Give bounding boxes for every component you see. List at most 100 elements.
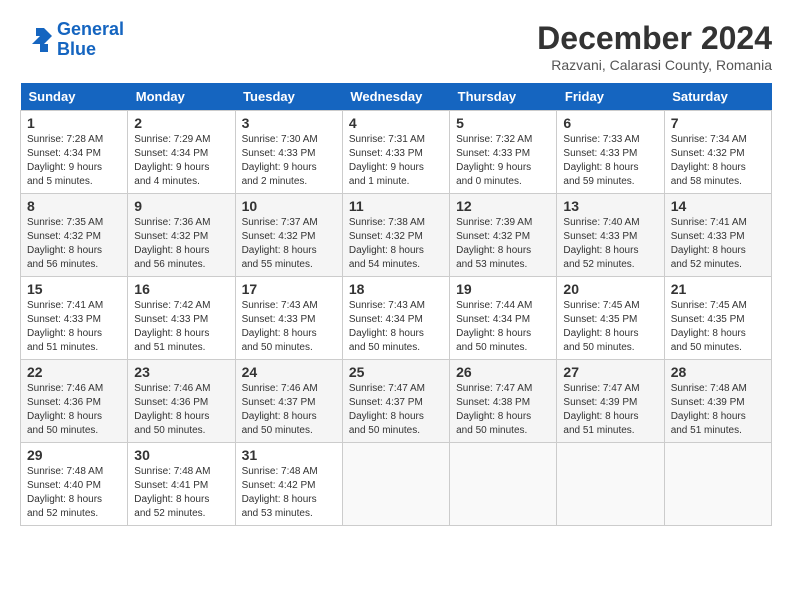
day-number: 22 <box>27 364 121 380</box>
calendar-cell: 16 Sunrise: 7:42 AM Sunset: 4:33 PM Dayli… <box>128 277 235 360</box>
day-number: 23 <box>134 364 228 380</box>
calendar-header-row: SundayMondayTuesdayWednesdayThursdayFrid… <box>21 83 772 111</box>
day-info: Sunrise: 7:31 AM Sunset: 4:33 PM Dayligh… <box>349 133 443 189</box>
day-info: Sunrise: 7:46 AM Sunset: 4:36 PM Dayligh… <box>27 382 121 438</box>
day-info: Sunrise: 7:48 AM Sunset: 4:40 PM Dayligh… <box>27 465 121 521</box>
day-number: 24 <box>242 364 336 380</box>
day-info: Sunrise: 7:43 AM Sunset: 4:33 PM Dayligh… <box>242 299 336 355</box>
day-number: 17 <box>242 281 336 297</box>
day-number: 12 <box>456 198 550 214</box>
calendar-cell <box>450 443 557 526</box>
day-info: Sunrise: 7:47 AM Sunset: 4:38 PM Dayligh… <box>456 382 550 438</box>
weekday-header-saturday: Saturday <box>664 83 771 111</box>
day-number: 3 <box>242 115 336 131</box>
day-info: Sunrise: 7:36 AM Sunset: 4:32 PM Dayligh… <box>134 216 228 272</box>
calendar-cell: 2 Sunrise: 7:29 AM Sunset: 4:34 PM Daylig… <box>128 111 235 194</box>
day-number: 2 <box>134 115 228 131</box>
day-info: Sunrise: 7:46 AM Sunset: 4:37 PM Dayligh… <box>242 382 336 438</box>
calendar-cell: 27 Sunrise: 7:47 AM Sunset: 4:39 PM Dayli… <box>557 360 664 443</box>
day-number: 31 <box>242 447 336 463</box>
calendar-cell: 19 Sunrise: 7:44 AM Sunset: 4:34 PM Dayli… <box>450 277 557 360</box>
calendar-cell: 7 Sunrise: 7:34 AM Sunset: 4:32 PM Daylig… <box>664 111 771 194</box>
calendar-cell: 9 Sunrise: 7:36 AM Sunset: 4:32 PM Daylig… <box>128 194 235 277</box>
day-number: 7 <box>671 115 765 131</box>
week-row-3: 22 Sunrise: 7:46 AM Sunset: 4:36 PM Dayli… <box>21 360 772 443</box>
day-info: Sunrise: 7:34 AM Sunset: 4:32 PM Dayligh… <box>671 133 765 189</box>
day-number: 15 <box>27 281 121 297</box>
day-info: Sunrise: 7:45 AM Sunset: 4:35 PM Dayligh… <box>671 299 765 355</box>
location: Razvani, Calarasi County, Romania <box>537 57 772 73</box>
day-info: Sunrise: 7:29 AM Sunset: 4:34 PM Dayligh… <box>134 133 228 189</box>
day-info: Sunrise: 7:32 AM Sunset: 4:33 PM Dayligh… <box>456 133 550 189</box>
weekday-header-friday: Friday <box>557 83 664 111</box>
calendar-cell: 21 Sunrise: 7:45 AM Sunset: 4:35 PM Dayli… <box>664 277 771 360</box>
calendar-cell: 6 Sunrise: 7:33 AM Sunset: 4:33 PM Daylig… <box>557 111 664 194</box>
calendar-cell: 8 Sunrise: 7:35 AM Sunset: 4:32 PM Daylig… <box>21 194 128 277</box>
calendar-cell <box>342 443 449 526</box>
weekday-header-tuesday: Tuesday <box>235 83 342 111</box>
day-info: Sunrise: 7:43 AM Sunset: 4:34 PM Dayligh… <box>349 299 443 355</box>
day-info: Sunrise: 7:47 AM Sunset: 4:37 PM Dayligh… <box>349 382 443 438</box>
day-number: 30 <box>134 447 228 463</box>
day-number: 6 <box>563 115 657 131</box>
calendar-cell: 11Sunrise: 7:38 AM Sunset: 4:32 PM Dayli… <box>342 194 449 277</box>
calendar-cell: 3 Sunrise: 7:30 AM Sunset: 4:33 PM Daylig… <box>235 111 342 194</box>
day-info: Sunrise: 7:48 AM Sunset: 4:39 PM Dayligh… <box>671 382 765 438</box>
page-header: General Blue December 2024 Razvani, Cala… <box>20 20 772 73</box>
day-number: 8 <box>27 198 121 214</box>
day-number: 25 <box>349 364 443 380</box>
calendar-cell: 12 Sunrise: 7:39 AM Sunset: 4:32 PM Dayli… <box>450 194 557 277</box>
calendar-cell: 28 Sunrise: 7:48 AM Sunset: 4:39 PM Dayli… <box>664 360 771 443</box>
week-row-2: 15Sunrise: 7:41 AM Sunset: 4:33 PM Dayli… <box>21 277 772 360</box>
day-number: 29 <box>27 447 121 463</box>
calendar-cell: 10 Sunrise: 7:37 AM Sunset: 4:32 PM Dayli… <box>235 194 342 277</box>
day-number: 27 <box>563 364 657 380</box>
calendar-cell: 22 Sunrise: 7:46 AM Sunset: 4:36 PM Dayli… <box>21 360 128 443</box>
weekday-header-monday: Monday <box>128 83 235 111</box>
week-row-1: 8 Sunrise: 7:35 AM Sunset: 4:32 PM Daylig… <box>21 194 772 277</box>
day-info: Sunrise: 7:48 AM Sunset: 4:41 PM Dayligh… <box>134 465 228 521</box>
weekday-header-sunday: Sunday <box>21 83 128 111</box>
logo-text: General Blue <box>57 20 124 60</box>
logo-icon <box>20 24 52 56</box>
day-number: 26 <box>456 364 550 380</box>
day-info: Sunrise: 7:38 AM Sunset: 4:32 PM Dayligh… <box>349 216 443 272</box>
day-info: Sunrise: 7:48 AM Sunset: 4:42 PM Dayligh… <box>242 465 336 521</box>
day-number: 10 <box>242 198 336 214</box>
calendar-cell: 26 Sunrise: 7:47 AM Sunset: 4:38 PM Dayli… <box>450 360 557 443</box>
day-number: 14 <box>671 198 765 214</box>
calendar-cell: 23 Sunrise: 7:46 AM Sunset: 4:36 PM Dayli… <box>128 360 235 443</box>
day-info: Sunrise: 7:33 AM Sunset: 4:33 PM Dayligh… <box>563 133 657 189</box>
calendar-cell: 17 Sunrise: 7:43 AM Sunset: 4:33 PM Dayli… <box>235 277 342 360</box>
calendar-cell: 24 Sunrise: 7:46 AM Sunset: 4:37 PM Dayli… <box>235 360 342 443</box>
calendar-table: SundayMondayTuesdayWednesdayThursdayFrid… <box>20 83 772 526</box>
day-info: Sunrise: 7:44 AM Sunset: 4:34 PM Dayligh… <box>456 299 550 355</box>
day-number: 16 <box>134 281 228 297</box>
day-info: Sunrise: 7:46 AM Sunset: 4:36 PM Dayligh… <box>134 382 228 438</box>
day-number: 21 <box>671 281 765 297</box>
day-number: 19 <box>456 281 550 297</box>
day-info: Sunrise: 7:41 AM Sunset: 4:33 PM Dayligh… <box>671 216 765 272</box>
day-number: 9 <box>134 198 228 214</box>
day-info: Sunrise: 7:39 AM Sunset: 4:32 PM Dayligh… <box>456 216 550 272</box>
calendar-cell: 18Sunrise: 7:43 AM Sunset: 4:34 PM Dayli… <box>342 277 449 360</box>
day-info: Sunrise: 7:40 AM Sunset: 4:33 PM Dayligh… <box>563 216 657 272</box>
day-number: 5 <box>456 115 550 131</box>
day-info: Sunrise: 7:47 AM Sunset: 4:39 PM Dayligh… <box>563 382 657 438</box>
calendar-cell: 4Sunrise: 7:31 AM Sunset: 4:33 PM Daylig… <box>342 111 449 194</box>
calendar-cell: 31 Sunrise: 7:48 AM Sunset: 4:42 PM Dayli… <box>235 443 342 526</box>
calendar-cell <box>664 443 771 526</box>
day-number: 28 <box>671 364 765 380</box>
day-info: Sunrise: 7:37 AM Sunset: 4:32 PM Dayligh… <box>242 216 336 272</box>
day-info: Sunrise: 7:28 AM Sunset: 4:34 PM Dayligh… <box>27 133 121 189</box>
day-number: 20 <box>563 281 657 297</box>
day-info: Sunrise: 7:42 AM Sunset: 4:33 PM Dayligh… <box>134 299 228 355</box>
day-info: Sunrise: 7:35 AM Sunset: 4:32 PM Dayligh… <box>27 216 121 272</box>
calendar-cell: 29 Sunrise: 7:48 AM Sunset: 4:40 PM Dayli… <box>21 443 128 526</box>
logo: General Blue <box>20 20 124 60</box>
calendar-cell: 5 Sunrise: 7:32 AM Sunset: 4:33 PM Daylig… <box>450 111 557 194</box>
day-info: Sunrise: 7:45 AM Sunset: 4:35 PM Dayligh… <box>563 299 657 355</box>
weekday-header-wednesday: Wednesday <box>342 83 449 111</box>
week-row-0: 1Sunrise: 7:28 AM Sunset: 4:34 PM Daylig… <box>21 111 772 194</box>
day-info: Sunrise: 7:30 AM Sunset: 4:33 PM Dayligh… <box>242 133 336 189</box>
